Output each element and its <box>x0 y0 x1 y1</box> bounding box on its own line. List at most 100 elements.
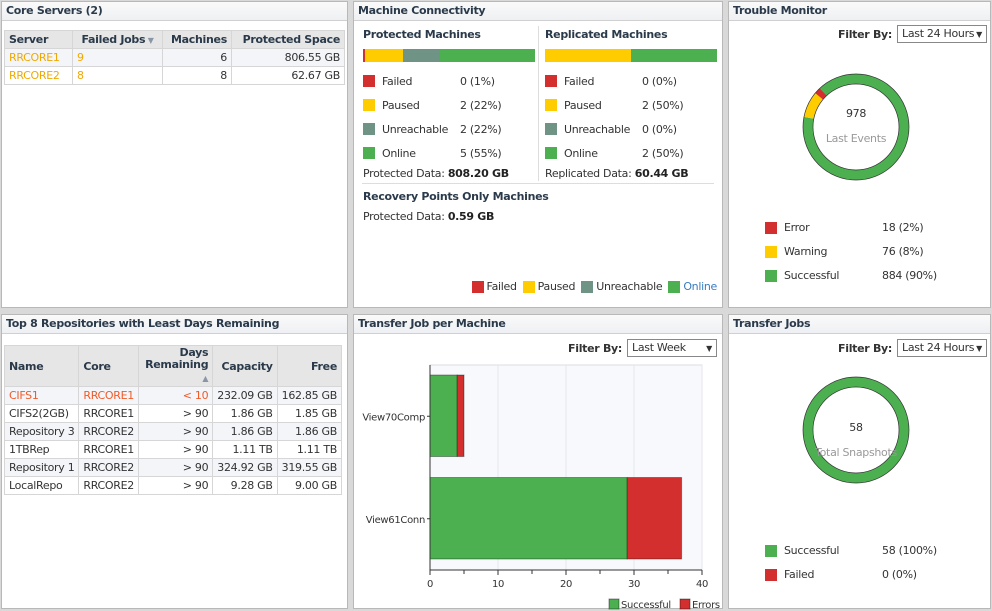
trouble-monitor-panel: Trouble Monitor Filter By: Last 24 Hours … <box>728 1 991 308</box>
legend-item: Error 18 (2%) <box>765 221 924 234</box>
replicated-machines: Replicated Machines Failed 0 (0%) Paused 2 (… <box>545 28 717 180</box>
core-servers-panel: Core Servers (2) Server Failed Jobs ▼ Mach… <box>1 1 348 308</box>
column-header[interactable]: Capacity <box>212 345 278 387</box>
legend-label: Failed <box>486 280 517 293</box>
server-link[interactable]: RRCORE1 <box>4 48 73 67</box>
rp-title: Recovery Points Only Machines <box>363 190 549 203</box>
x-tick-label: 0 <box>427 579 433 590</box>
status-item: Paused 2 (22%) <box>363 93 535 117</box>
column-header[interactable]: Core <box>78 345 139 387</box>
legend-swatch <box>765 221 777 234</box>
machines-cell: 6 <box>162 48 232 67</box>
data-summary: Replicated Data: 60.44 GB <box>545 167 717 180</box>
panel-title: Core Servers (2) <box>2 2 347 21</box>
legend-swatch <box>765 245 777 258</box>
legend-value: 76 (8%) <box>882 245 924 258</box>
donut-segment <box>815 88 827 100</box>
status-swatch <box>545 123 557 135</box>
space-cell: 62.67 GB <box>230 66 346 85</box>
server-link[interactable]: RRCORE2 <box>4 66 73 85</box>
legend-label: Successful <box>784 269 840 282</box>
legend-value: 0 (0%) <box>882 568 917 581</box>
bar-successful[interactable] <box>429 374 458 457</box>
data-summary: Protected Data: 808.20 GB <box>363 167 535 180</box>
transfer-job-per-machine-panel: Transfer Job per Machine Filter By: Last … <box>353 314 723 610</box>
repositories-panel: Top 8 Repositories with Least Days Remai… <box>1 314 348 609</box>
table-cell[interactable]: RRCORE1 <box>78 386 139 405</box>
legend-item: Failed <box>471 280 517 293</box>
table-cell: Repository 3 <box>3 422 80 441</box>
legend-swatch <box>608 598 620 610</box>
sort-desc-icon: ▼ <box>145 36 154 45</box>
status-label: Unreachable <box>564 122 631 136</box>
col-machines[interactable]: Machines <box>162 30 232 49</box>
value: 808.20 GB <box>447 167 509 180</box>
status-item: Failed 0 (1%) <box>363 69 535 93</box>
legend-swatch <box>581 280 594 293</box>
filter-label: Filter By: <box>838 27 892 41</box>
x-tick-label: 40 <box>696 579 708 590</box>
status-swatch <box>363 75 375 87</box>
table-cell: 1.86 GB <box>276 422 343 441</box>
table-cell: 9.28 GB <box>212 476 278 495</box>
table-cell: 1.85 GB <box>276 404 343 423</box>
table-cell: 9.00 GB <box>276 476 343 495</box>
col-server[interactable]: Server <box>4 30 73 49</box>
table-cell: < 10 <box>137 386 214 405</box>
legend-value: 884 (90%) <box>882 269 937 282</box>
table-cell: > 90 <box>137 458 214 477</box>
filter-label: Filter By: <box>838 341 892 355</box>
legend-item: Failed 0 (0%) <box>765 568 917 581</box>
bar-errors[interactable] <box>456 374 465 457</box>
legend-label: Successful <box>784 544 840 557</box>
failed-jobs-link[interactable]: 8 <box>72 66 163 85</box>
status-value: 5 (55%) <box>460 146 502 160</box>
status-label: Failed <box>564 74 595 88</box>
table-cell: RRCORE2 <box>78 458 139 477</box>
col-protected-space[interactable]: Protected Space <box>230 30 346 49</box>
label: Protected Data: <box>363 210 445 223</box>
legend-swatch <box>765 568 777 581</box>
legend-value: 18 (2%) <box>882 221 924 234</box>
table-cell: > 90 <box>137 404 214 423</box>
status-swatch <box>545 75 557 87</box>
panel-title: Trouble Monitor <box>729 2 990 21</box>
bar-successful[interactable] <box>429 477 628 560</box>
filter-select[interactable]: Last 24 Hours <box>897 25 987 43</box>
column-label: Days Remaining <box>145 346 209 371</box>
table-cell: 319.55 GB <box>276 458 343 477</box>
column-header[interactable]: Days Remaining ▲ <box>137 345 214 387</box>
status-bar <box>363 49 535 62</box>
legend-label: Unreachable <box>596 280 663 293</box>
status-label: Paused <box>382 98 420 112</box>
table-row: Repository 3 RRCORE2 > 90 1.86 GB 1.86 GB <box>3 422 343 441</box>
col-failed-jobs[interactable]: Failed Jobs ▼ <box>72 30 163 49</box>
repositories-table: Name Core Days Remaining ▲ Capacity Free CIFS… <box>3 345 343 495</box>
filter-select[interactable]: Last Week <box>627 339 717 357</box>
column-header[interactable]: Name <box>3 345 80 387</box>
table-cell[interactable]: CIFS1 <box>3 386 80 405</box>
status-swatch <box>363 147 375 159</box>
column-header[interactable]: Free <box>276 345 343 387</box>
status-bar-segment <box>402 49 441 62</box>
legend-label: Successful <box>621 600 671 610</box>
label: Protected Data: <box>363 167 445 180</box>
legend-swatch <box>471 280 484 293</box>
donut-center-value: 58 <box>849 421 863 434</box>
panel-title: Top 8 Repositories with Least Days Remai… <box>2 315 347 334</box>
status-value: 0 (0%) <box>642 122 677 136</box>
table-cell: 1.11 TB <box>212 440 278 459</box>
filter: Filter By: Last 24 Hours <box>838 25 987 43</box>
status-swatch <box>363 99 375 111</box>
bar-errors[interactable] <box>626 477 683 560</box>
status-value: 2 (22%) <box>460 122 502 136</box>
transfer-bar-chart: 0 10 20 30 40 View70Comp View61Conn Successful E… <box>362 364 720 610</box>
filter-select[interactable]: Last 24 Hours <box>897 339 987 357</box>
value: 60.44 GB <box>634 167 689 180</box>
table-cell: 162.85 GB <box>276 386 343 405</box>
table-cell: CIFS2(2GB) <box>3 404 80 423</box>
table-row: CIFS1 RRCORE1 < 10 232.09 GB 162.85 GB <box>3 386 343 405</box>
connectivity-legend: Failed Paused Unreachable Online <box>471 280 717 293</box>
status-swatch <box>545 147 557 159</box>
failed-jobs-link[interactable]: 9 <box>72 48 163 67</box>
